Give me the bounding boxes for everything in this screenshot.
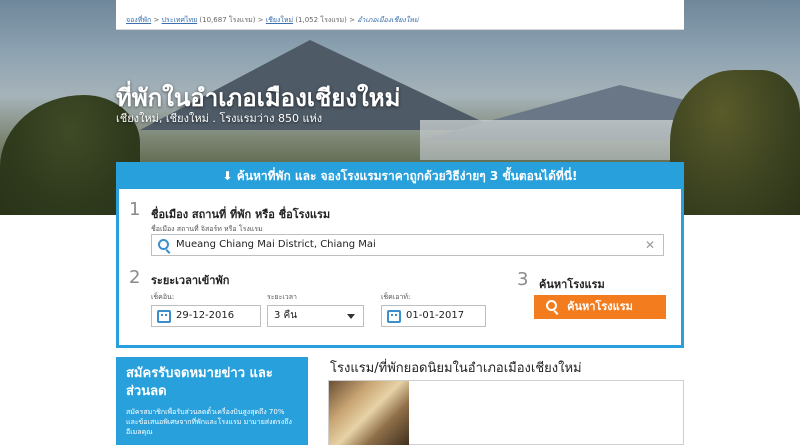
newsletter-title: สมัครรับจดหมายข่าว และ ส่วนลด [126,366,273,399]
step-2-number: 2 [129,267,141,288]
search-hotels-label: ค้นหาโรงแรม [567,300,633,313]
chevron-down-icon [347,314,355,319]
hotel-image[interactable] [329,381,409,445]
step-3-title: ค้นหาโรงแรม [539,278,605,291]
search-icon [158,239,169,250]
calendar-icon [157,310,171,323]
breadcrumb-thailand[interactable]: ประเทศไทย [162,16,198,24]
newsletter-panel: สมัครรับจดหมายข่าว และ ส่วนลด สมัครสมาชิ… [116,357,308,445]
breadcrumb: จองที่พัก > ประเทศไทย (10,687 โรงแรม) > … [126,15,419,26]
search-box: ⬇ ค้นหาที่พัก และ จองโรงแรมราคาถูกด้วยวิ… [116,162,684,348]
breadcrumb-sep: > [257,16,266,24]
newsletter-text: สมัครสมาชิกเพื่อรับส่วนลดตั๋วเครื่องบินส… [126,408,292,436]
breadcrumb-count: (1,052 โรงแรม) [295,16,347,24]
hero-trees-right [670,70,800,215]
search-icon [546,300,557,311]
checkin-value: 29-12-2016 [176,310,235,321]
duration-value: 3 คืน [274,310,298,321]
breadcrumb-sep: > [349,16,358,24]
breadcrumb-home[interactable]: จองที่พัก [126,16,151,24]
step-2-title: ระยะเวลาเข้าพัก [151,274,230,287]
hotel-card[interactable] [328,380,684,445]
checkin-label: เช็คอิน: [151,293,175,301]
destination-value: Mueang Chiang Mai District, Chiang Mai [176,239,376,250]
breadcrumb-current: อำเภอเมืองเชียงใหม่ [357,16,419,24]
step-3-number: 3 [517,269,529,290]
breadcrumb-count: (10,687 โรงแรม) [199,16,256,24]
destination-input[interactable]: Mueang Chiang Mai District, Chiang Mai ✕ [151,234,664,256]
calendar-icon [387,310,401,323]
header-bar: จองที่พัก > ประเทศไทย (10,687 โรงแรม) > … [116,0,684,30]
arrow-down-icon: ⬇ [222,169,237,183]
popular-hotels-title: โรงแรม/ที่พักยอดนิยมในอำเภอเมืองเชียงใหม… [330,361,582,376]
checkout-label: เช็คเอาท์: [381,293,411,301]
checkout-input[interactable]: 01-01-2017 [381,305,486,327]
page-subtitle: เชียงใหม่, เชียงใหม่ . โรงแรมว่าง 850 แห… [116,112,323,125]
search-heading-text: ค้นหาที่พัก และ จองโรงแรมราคาถูกด้วยวิธี… [236,169,578,183]
duration-select[interactable]: 3 คืน [267,305,364,327]
breadcrumb-chiangmai[interactable]: เชียงใหม่ [266,16,293,24]
checkin-input[interactable]: 29-12-2016 [151,305,261,327]
close-icon[interactable]: ✕ [645,235,655,255]
step-1-title: ชื่อเมือง สถานที่ ที่พัก หรือ ชื่อโรงแรม [151,208,331,221]
search-hotels-button[interactable]: ค้นหาโรงแรม [534,295,666,319]
search-heading: ⬇ ค้นหาที่พัก และ จองโรงแรมราคาถูกด้วยวิ… [119,165,681,189]
step-1-number: 1 [129,199,141,220]
breadcrumb-sep: > [153,16,162,24]
checkout-value: 01-01-2017 [406,310,465,321]
duration-label: ระยะเวลา [267,293,297,301]
